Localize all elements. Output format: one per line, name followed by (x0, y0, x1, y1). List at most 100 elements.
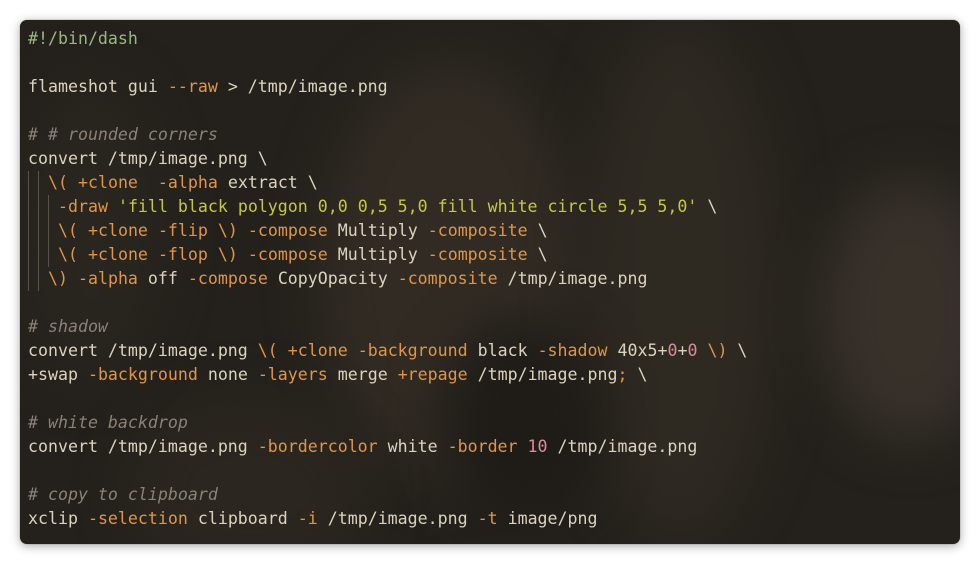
script-editor[interactable]: #!/bin/dash flameshot gui --raw > /tmp/im… (28, 27, 747, 531)
indent-guide (38, 171, 48, 195)
code-token-text: +swap (28, 365, 88, 384)
code-token-flag: -i (297, 509, 318, 528)
code-token-op: \) (217, 245, 238, 264)
code-token-text: none (197, 365, 258, 384)
code-token-flag: -background (357, 341, 468, 360)
code-token-comment: # white backdrop (28, 413, 188, 432)
code-line: convert /tmp/image.png \( +clone -backgr… (28, 339, 747, 363)
code-token-flag: -shadow (537, 341, 608, 360)
code-token-text: white (377, 437, 448, 456)
code-token-op: \( (58, 245, 78, 264)
code-token-op: ; (617, 365, 628, 384)
code-token-flag: -composite (397, 269, 498, 288)
code-token-flag: +clone (87, 221, 148, 240)
code-token-flag: -flop (157, 245, 208, 264)
code-line: -draw 'fill black polygon 0,0 0,5 5,0 fi… (28, 195, 747, 219)
code-token-text: 40x5+ (607, 341, 668, 360)
code-line: #!/bin/dash (28, 27, 747, 51)
code-token-flag: -draw (58, 197, 108, 216)
terminal-window[interactable]: #!/bin/dash flameshot gui --raw > /tmp/im… (20, 20, 960, 544)
code-token-flag: +clone (287, 341, 348, 360)
code-token-comment: # shadow (28, 317, 108, 336)
code-token-string: 'fill black polygon 0,0 0,5 5,0 fill whi… (117, 197, 698, 216)
background-shape (820, 180, 960, 440)
code-line: # copy to clipboard (28, 483, 747, 507)
indent-guide (48, 219, 58, 243)
code-token-text: image/png (497, 509, 598, 528)
code-line: convert /tmp/image.png \ (28, 147, 747, 171)
code-token-flag: +repage (397, 365, 468, 384)
code-token-flag: -layers (257, 365, 328, 384)
code-token-flag: -composite (427, 221, 528, 240)
code-token-text: \ (627, 365, 648, 384)
code-token-text: flameshot gui (28, 77, 168, 96)
code-token-text: convert /tmp/image.png (28, 341, 258, 360)
code-line: flameshot gui --raw > /tmp/image.png (28, 75, 747, 99)
code-token-text: \ (527, 245, 548, 264)
code-token-op: \) (217, 221, 238, 240)
code-line: # shadow (28, 315, 747, 339)
code-token-op: \( (48, 173, 68, 192)
indent-guide (28, 195, 38, 219)
code-token-shebang: #!/bin/dash (28, 29, 138, 48)
code-token-comment: # copy to clipboard (28, 485, 218, 504)
code-token-number: 0 (667, 341, 678, 360)
code-line: convert /tmp/image.png -bordercolor whit… (28, 435, 747, 459)
code-token-flag: -compose (247, 221, 328, 240)
code-token-flag: -t (477, 509, 498, 528)
code-line: # # rounded corners (28, 123, 747, 147)
code-token-text: \ (697, 197, 718, 216)
code-token-text: Multiply (327, 221, 428, 240)
code-token-number: 10 (527, 437, 548, 456)
code-line: +swap -background none -layers merge +re… (28, 363, 747, 387)
indent-guide (28, 219, 38, 243)
indent-guide (28, 171, 38, 195)
code-token-op: \) (707, 341, 728, 360)
code-token-flag: -compose (247, 245, 328, 264)
code-token-flag: -compose (187, 269, 268, 288)
code-token-op: \( (257, 341, 278, 360)
code-token-text: + (677, 341, 688, 360)
code-token-text: Multiply (327, 245, 428, 264)
code-token-text: black (467, 341, 538, 360)
code-line: \( +clone -flip \) -compose Multiply -co… (28, 219, 747, 243)
code-token-text: clipboard (187, 509, 298, 528)
code-token-flag: -border (447, 437, 518, 456)
code-token-text: xclip (28, 509, 88, 528)
code-token-flag: -bordercolor (257, 437, 378, 456)
code-token-text: convert /tmp/image.png (28, 437, 258, 456)
indent-guide (38, 219, 48, 243)
code-line: # white backdrop (28, 411, 747, 435)
code-token-text: /tmp/image.png (467, 365, 618, 384)
code-token-flag: -alpha (77, 269, 138, 288)
code-token-number: 0 (687, 341, 698, 360)
code-line: xclip -selection clipboard -i /tmp/image… (28, 507, 747, 531)
code-token-text: \ (727, 341, 748, 360)
code-token-flag: -alpha (157, 173, 218, 192)
code-token-flag: +clone (87, 245, 148, 264)
indent-guide (38, 267, 48, 291)
code-token-op: \) (48, 269, 68, 288)
code-token-text: off (137, 269, 188, 288)
code-token-text: /tmp/image.png (547, 437, 698, 456)
indent-guide (48, 195, 58, 219)
code-token-flag: +clone (77, 173, 138, 192)
code-line: \( +clone -alpha extract \ (28, 171, 747, 195)
code-token-text: extract \ (217, 173, 318, 192)
